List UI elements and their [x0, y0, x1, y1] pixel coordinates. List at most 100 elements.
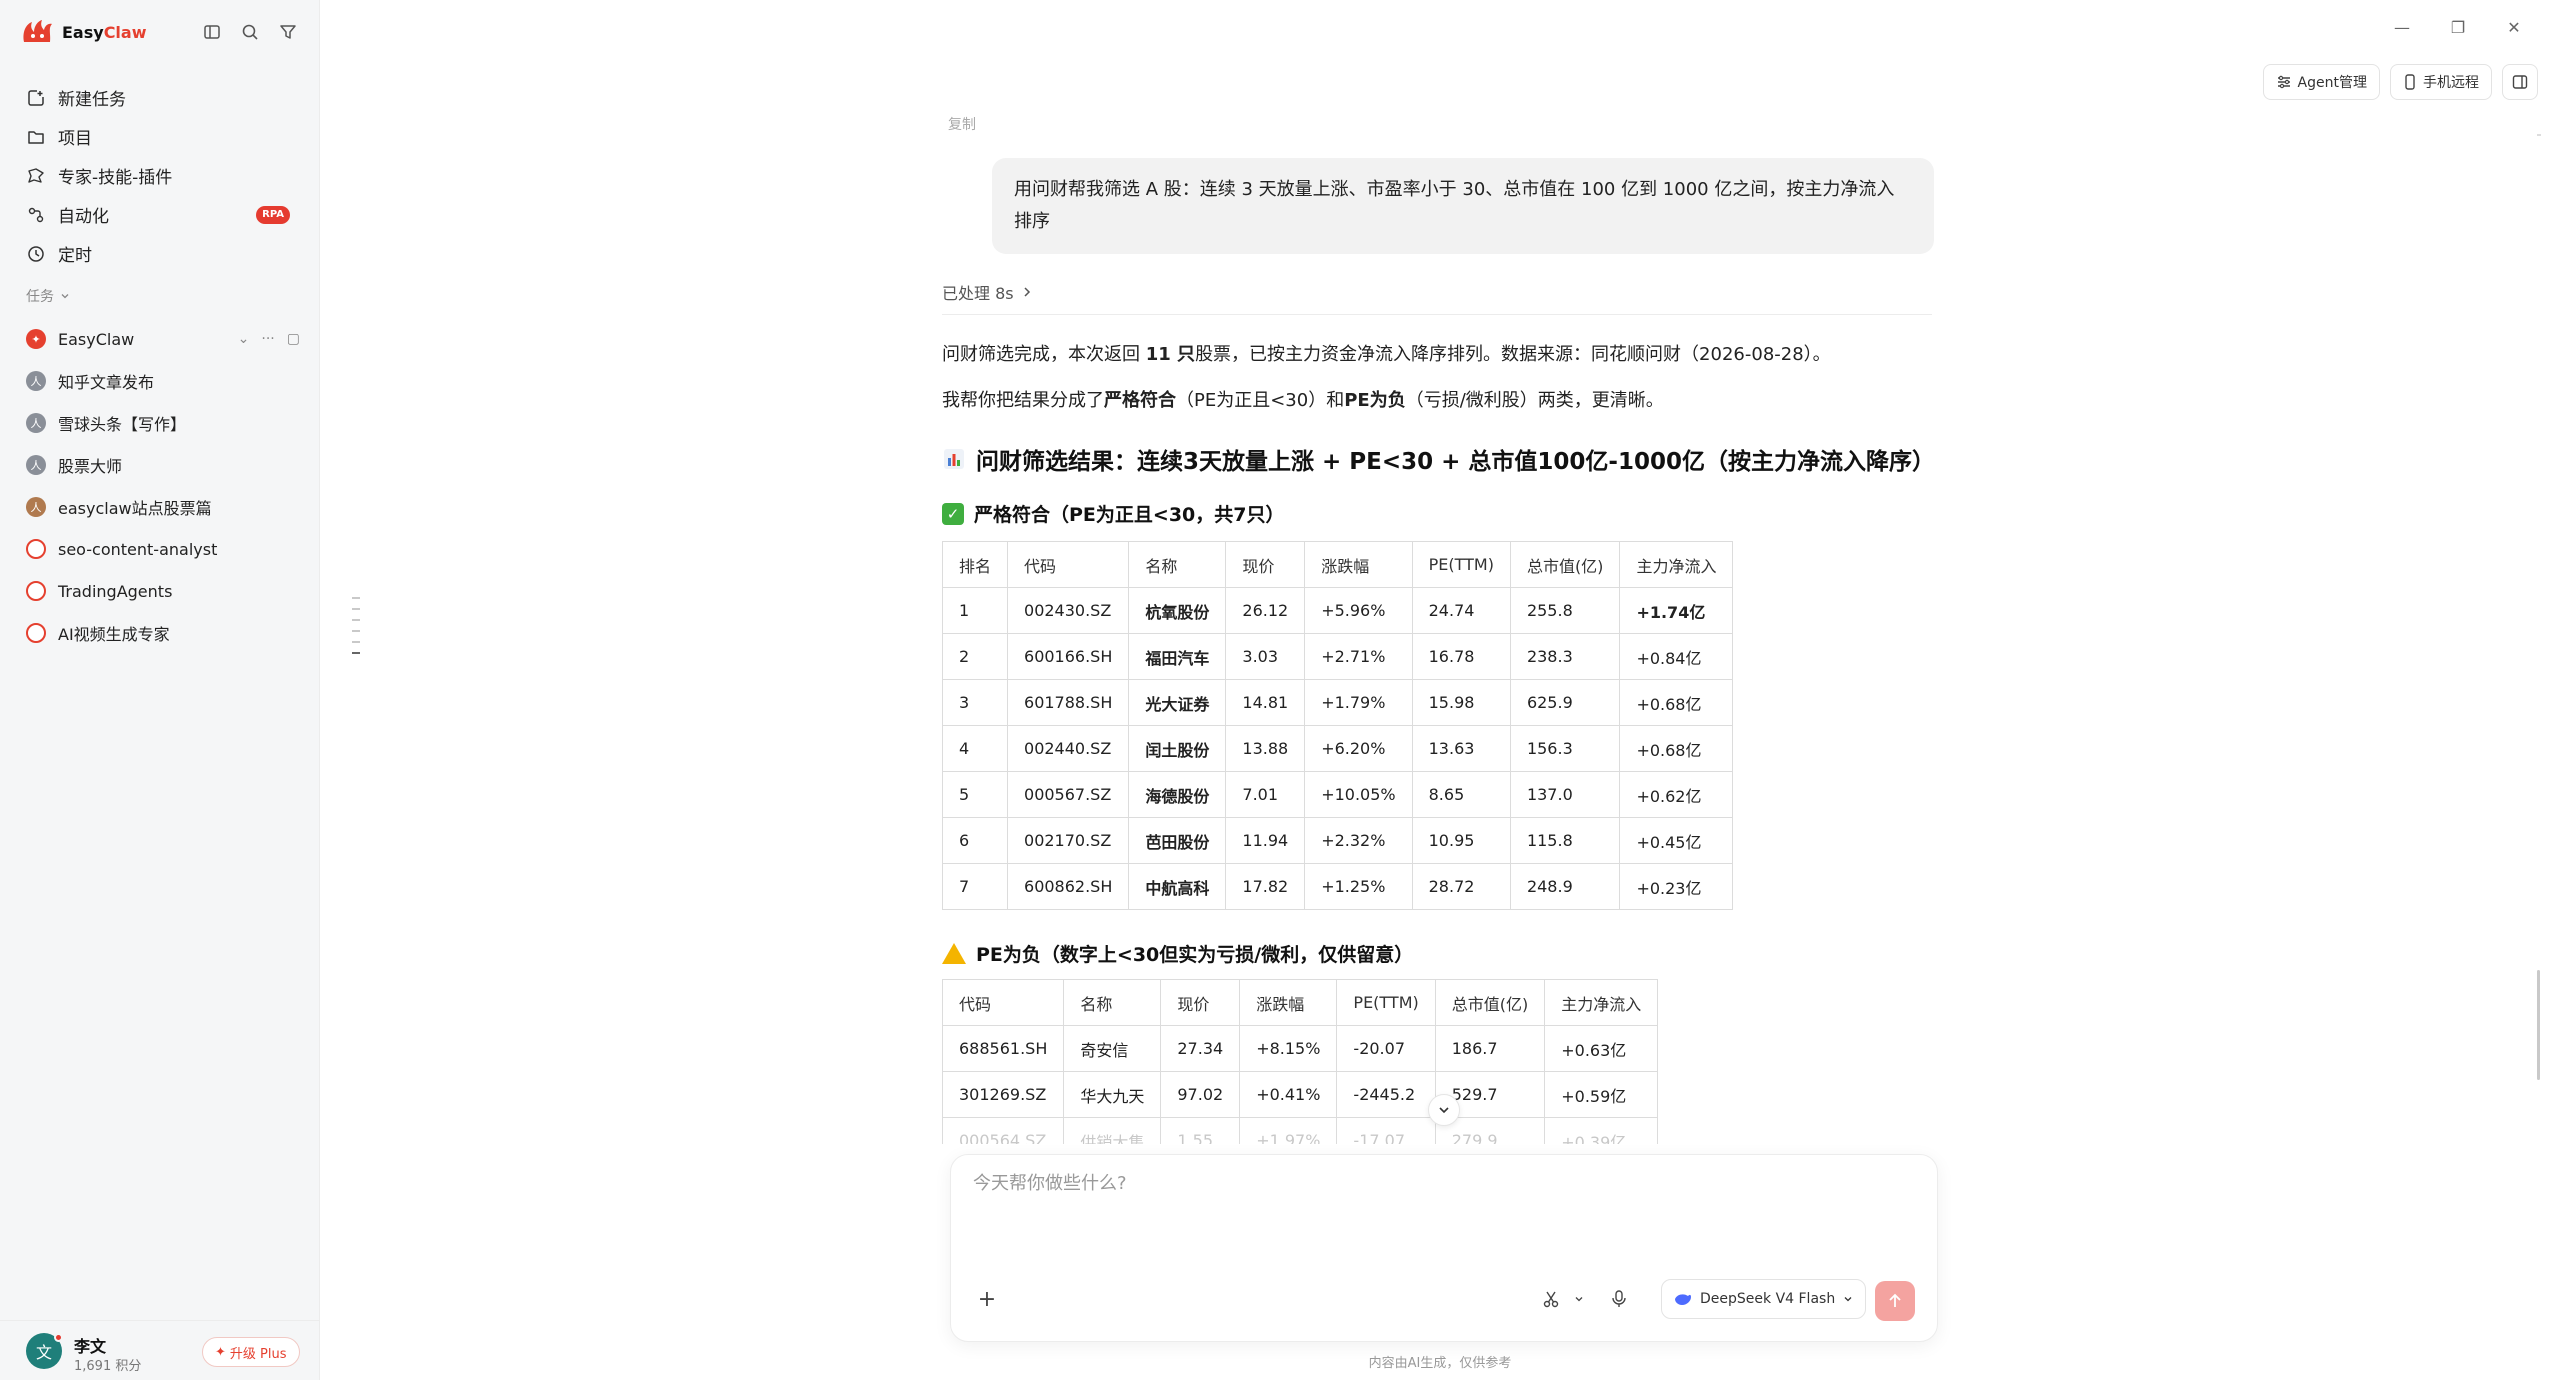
- task-item[interactable]: 人 easyclaw站点股票篇: [16, 486, 306, 528]
- agent-avatar-icon: [26, 581, 46, 601]
- model-selector[interactable]: DeepSeek V4 Flash: [1661, 1279, 1867, 1319]
- nav-label: 项目: [58, 129, 92, 149]
- more-icon[interactable]: ···: [261, 331, 274, 347]
- mobile-remote-label: 手机远程: [2423, 75, 2479, 91]
- person-avatar-icon: 人: [26, 371, 46, 391]
- message-actions[interactable]: 复制: [948, 114, 976, 134]
- user-bar: 文 李文 1,691 积分 ✦ 升级 Plus: [0, 1320, 320, 1380]
- col-header: 名称: [1063, 979, 1162, 1026]
- col-header: 现价: [1160, 979, 1241, 1026]
- brand[interactable]: EasyClaw: [20, 16, 147, 48]
- plugin-icon: [26, 166, 46, 186]
- phone-icon: [2405, 74, 2415, 90]
- user-message: 用问财帮我筛选 A 股：连续 3 天放量上涨、市盈率小于 30、总市值在 100…: [992, 158, 1934, 254]
- strict-heading: ✓ 严格符合（PE为正且<30，共7只）: [942, 500, 1285, 527]
- arrow-up-icon: [1889, 1293, 1901, 1307]
- task-label: easyclaw站点股票篇: [58, 499, 212, 518]
- nav-schedule[interactable]: 定时: [16, 234, 306, 273]
- new-chat-icon[interactable]: ▢: [287, 331, 300, 347]
- table-cell: 600166.SH: [1007, 633, 1130, 680]
- table-cell: 14.81: [1225, 679, 1306, 726]
- toggle-panel-button[interactable]: [2502, 64, 2538, 100]
- divider: [942, 314, 1932, 315]
- add-attachment-button[interactable]: +: [969, 1281, 1005, 1317]
- col-header: PE(TTM): [1411, 541, 1511, 588]
- table-cell: +2.71%: [1304, 633, 1413, 680]
- voice-input-button[interactable]: [1603, 1283, 1635, 1315]
- nav-projects[interactable]: 项目: [16, 117, 306, 156]
- table-row: 1 002430.SZ 杭氧股份 26.12 +5.96% 24.74 255.8 +1.74…: [941, 587, 1734, 634]
- nav-new-task[interactable]: 新建任务: [16, 78, 306, 117]
- table-cell: 002170.SZ: [1007, 817, 1130, 864]
- task-item[interactable]: 人 股票大师: [16, 444, 306, 486]
- search-icon[interactable]: [238, 20, 262, 44]
- table-cell: 2: [941, 633, 1009, 680]
- nav-automation[interactable]: 自动化 RPA: [16, 195, 306, 234]
- rpa-badge: RPA: [256, 206, 290, 224]
- table-cell: +0.62亿: [1619, 771, 1734, 818]
- table-cell: +10.05%: [1304, 771, 1413, 818]
- agent-manage-label: Agent管理: [2297, 75, 2367, 91]
- prompt-input[interactable]: [973, 1173, 1873, 1194]
- table-cell: -20.07: [1336, 1025, 1436, 1072]
- table-cell: 24.74: [1411, 587, 1511, 634]
- table-cell: 28.72: [1411, 863, 1511, 910]
- upgrade-plus-button[interactable]: ✦ 升级 Plus: [202, 1337, 300, 1367]
- table-cell: 4: [941, 725, 1009, 772]
- col-header: 涨跌幅: [1304, 541, 1413, 588]
- tasks-section-label: 任务: [26, 289, 54, 305]
- minimize-icon[interactable]: —: [2374, 14, 2430, 40]
- close-icon[interactable]: ✕: [2486, 14, 2542, 40]
- table-cell: +0.68亿: [1619, 725, 1734, 772]
- scroll-to-bottom-button[interactable]: [1428, 1094, 1460, 1126]
- collapse-sidebar-icon[interactable]: [200, 20, 224, 44]
- sliders-icon: [2277, 75, 2290, 89]
- table-row: 301269.SZ 华大九天 97.02 +0.41% -2445.2 529.7 +0.5…: [941, 1071, 1659, 1118]
- nav-plugins[interactable]: 专家-技能-插件: [16, 156, 306, 195]
- results-heading: 问财筛选结果：连续3天放量上涨 + PE<30 + 总市值100亿-1000亿（…: [942, 442, 1935, 476]
- table-cell: +5.96%: [1304, 587, 1413, 634]
- folder-icon: [26, 127, 46, 147]
- mobile-remote-button[interactable]: 手机远程: [2390, 64, 2492, 100]
- person-avatar-icon: 人: [26, 497, 46, 517]
- table-header-row: 代码 名称 现价 涨跌幅 PE(TTM) 总市值(亿) 主力净流入: [941, 979, 1659, 1026]
- col-header: PE(TTM): [1336, 979, 1436, 1026]
- chevron-down-icon[interactable]: ⌄: [238, 331, 250, 347]
- task-item[interactable]: seo-content-analyst: [16, 528, 306, 570]
- table-cell: 海德股份: [1128, 771, 1227, 818]
- col-header: 代码: [941, 979, 1065, 1026]
- processed-toggle[interactable]: 已处理 8s: [942, 280, 1032, 304]
- new-task-icon: [26, 88, 46, 108]
- main-nav: 新建任务 项目 专家-技能-插件 自动化 RPA 定时: [16, 78, 306, 273]
- tools-dropdown[interactable]: [1563, 1283, 1595, 1315]
- task-list: ✦ EasyClaw ⌄ ··· ▢ 人 知乎文章发布 人 雪球头条【写作】 人…: [16, 318, 306, 654]
- agent-manage-button[interactable]: Agent管理: [2262, 64, 2380, 100]
- upgrade-label: 升级 Plus: [229, 1346, 287, 1362]
- task-label: TradingAgents: [58, 581, 173, 601]
- task-item[interactable]: 人 知乎文章发布: [16, 360, 306, 402]
- task-item[interactable]: 人 雪球头条【写作】: [16, 402, 306, 444]
- sidebar-tools: [200, 20, 300, 44]
- task-item[interactable]: TradingAgents: [16, 570, 306, 612]
- task-item[interactable]: ✦ EasyClaw ⌄ ··· ▢: [16, 318, 306, 360]
- scroll-marker: [2537, 134, 2541, 136]
- agent-avatar-icon: [26, 623, 46, 643]
- table-cell: 600862.SH: [1007, 863, 1130, 910]
- restore-icon[interactable]: ❐: [2430, 14, 2486, 40]
- conversation-minimap[interactable]: [352, 597, 362, 663]
- tasks-section-toggle[interactable]: 任务: [26, 286, 70, 306]
- send-button[interactable]: [1875, 1281, 1915, 1321]
- table-cell: 002430.SZ: [1007, 587, 1130, 634]
- table-cell: 5: [941, 771, 1009, 818]
- scrollbar[interactable]: [2537, 970, 2540, 1080]
- strict-heading-text: 严格符合（PE为正且<30，共7只）: [974, 504, 1285, 526]
- table-cell: 17.82: [1225, 863, 1306, 910]
- table-cell: +1.79%: [1304, 679, 1413, 726]
- table-cell: 15.98: [1411, 679, 1511, 726]
- warning-icon: [942, 943, 966, 964]
- table-cell: +1.74亿: [1619, 587, 1734, 634]
- filter-icon[interactable]: [276, 20, 300, 44]
- task-item[interactable]: AI视频生成专家: [16, 612, 306, 654]
- table-row: 6 002170.SZ 芭田股份 11.94 +2.32% 10.95 115.8 +0.45…: [941, 817, 1734, 864]
- table-cell: +2.32%: [1304, 817, 1413, 864]
